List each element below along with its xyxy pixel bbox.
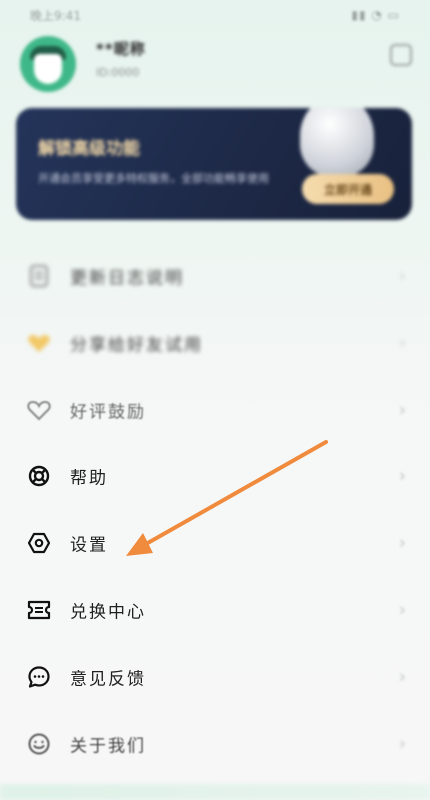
menu-item-share[interactable]: 分享给好友试用 › [0,313,430,373]
vip-title: 解锁高级功能 [38,139,140,159]
status-time: 晚上9:41 [30,8,81,23]
vip-card[interactable]: 解锁高级功能 开通会员享受更多特权服务，全部功能畅享使用 立即开通 [16,108,412,220]
menu-item-about[interactable]: 关于我们 › [0,714,430,774]
chevron-right-icon: › [398,465,406,487]
vip-open-button[interactable]: 立即开通 [302,174,394,204]
user-id: ID:0000 [96,66,140,79]
menu-item-changelog[interactable]: 更新日志说明 › [0,246,430,306]
vip-description: 开通会员享受更多特权服务，全部功能畅享使用 [38,172,269,185]
menu-label-redeem: 兑换中心 [70,602,146,623]
chevron-right-icon: › [398,399,406,421]
chevron-right-icon: › [398,265,406,287]
settings-hexagon-icon [26,530,52,556]
chevron-right-icon: › [398,666,406,688]
menu-item-help[interactable]: 帮助 › [0,446,430,506]
smiley-icon [26,731,52,757]
document-icon [26,263,52,289]
menu-item-redeem[interactable]: 兑换中心 › [0,580,430,640]
status-icons: ▮▮ ◔ ▭ [351,8,400,22]
menu-label-share: 分享给好友试用 [70,335,203,356]
profile-header[interactable]: **昵称 ID:0000 [0,28,430,98]
profile-more-icon[interactable] [390,44,412,66]
heart-gold-icon [26,330,52,356]
bottom-banner-edge [0,784,430,800]
chevron-right-icon: › [398,733,406,755]
menu-label-changelog: 更新日志说明 [70,268,184,289]
chevron-right-icon: › [398,332,406,354]
ticket-icon [26,597,52,623]
menu-label-about: 关于我们 [70,736,146,757]
chat-bubble-icon [26,664,52,690]
menu-item-settings[interactable]: 设置 › [0,513,430,573]
chevron-right-icon: › [398,532,406,554]
vip-decoration-icon [300,108,374,176]
menu-label-help: 帮助 [70,468,108,489]
menu-item-rate[interactable]: 好评鼓励 › [0,380,430,440]
chevron-right-icon: › [398,599,406,621]
lifebuoy-icon [26,463,52,489]
menu-label-feedback: 意见反馈 [70,669,146,690]
avatar[interactable] [20,36,76,92]
menu-label-settings: 设置 [70,535,108,556]
status-bar: 晚上9:41 ▮▮ ◔ ▭ [0,0,430,30]
menu-label-rate: 好评鼓励 [70,402,146,423]
username: **昵称 [96,40,146,58]
heart-outline-icon [26,397,52,423]
menu-item-feedback[interactable]: 意见反馈 › [0,647,430,707]
